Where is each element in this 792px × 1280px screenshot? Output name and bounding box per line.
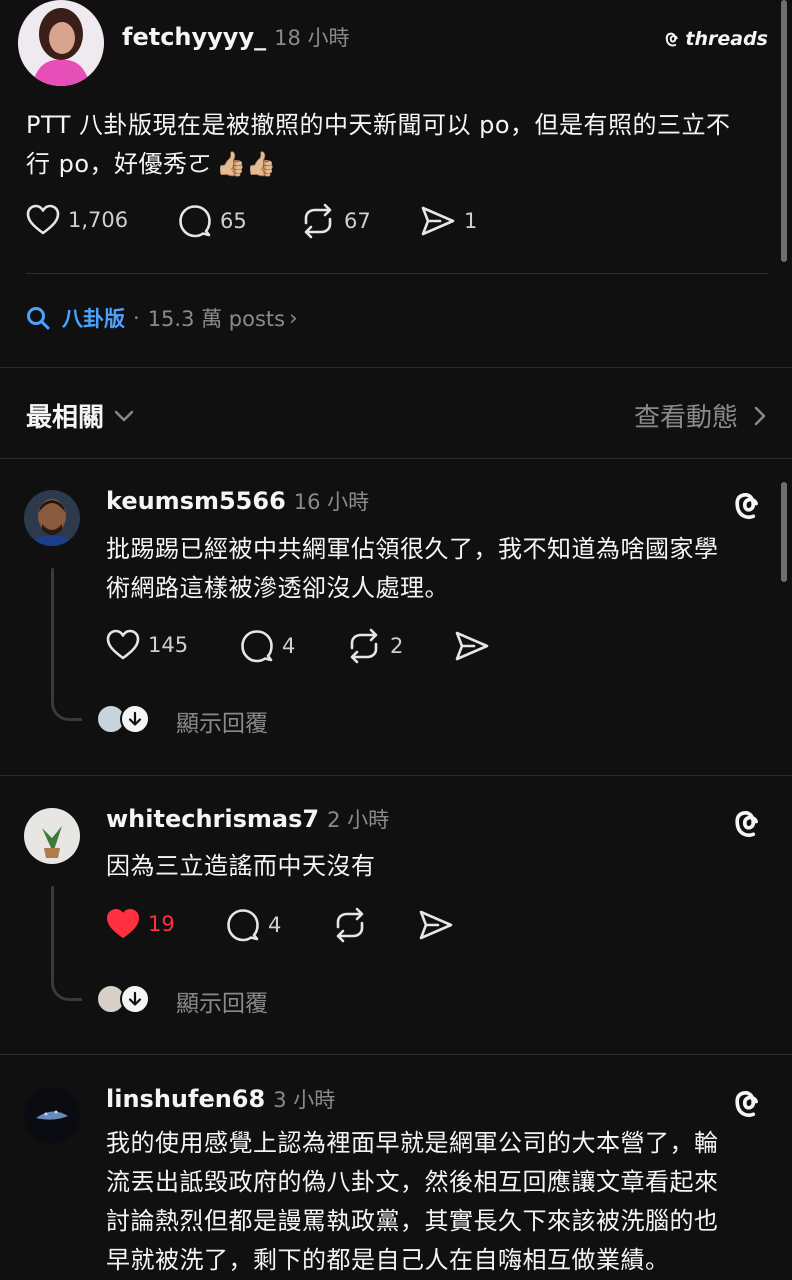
reply-avatar[interactable] xyxy=(24,490,80,546)
threads-icon[interactable] xyxy=(732,1086,766,1120)
reply-time: 16 小時 xyxy=(293,490,370,514)
threads-brand[interactable]: threads xyxy=(664,28,768,50)
comment-count: 65 xyxy=(220,209,247,233)
threads-logo-icon xyxy=(666,32,679,47)
reply-text-line3: 討論熱烈但都是謾罵執政黨，其實長久下來該被洗腦的也 xyxy=(106,1207,719,1235)
search-icon xyxy=(27,307,50,330)
heart-icon xyxy=(26,204,60,235)
comment-count: 4 xyxy=(282,634,296,658)
reply-time: 3 小時 xyxy=(273,1088,336,1112)
repost-count: 2 xyxy=(390,634,404,658)
show-replies-link[interactable]: 顯示回覆 xyxy=(176,984,268,1018)
reply-text-line2: 流丟出詆毀政府的偽八卦文，然後相互回應讓文章看起來 xyxy=(106,1168,719,1196)
reply-avatar[interactable] xyxy=(24,1088,80,1144)
repost-icon xyxy=(336,907,364,943)
reply-body: 我的使用感覺上認為裡面早就是網軍公司的大本營了，輪 流丟出詆毀政府的偽八卦文，然… xyxy=(106,1124,776,1280)
like-count: 145 xyxy=(148,633,189,657)
repost-icon xyxy=(304,203,332,239)
reply-header: linshufen68 3 小時 xyxy=(106,1084,335,1114)
divider xyxy=(0,775,792,776)
heart-icon xyxy=(106,629,140,660)
threads-icon[interactable] xyxy=(732,488,766,522)
like-button[interactable]: 19 xyxy=(106,908,175,940)
author-avatar[interactable] xyxy=(18,0,104,86)
view-activity-link[interactable]: 查看動態 xyxy=(634,397,766,434)
reply-text-line1: 因為三立造謠而中天沒有 xyxy=(106,852,376,880)
comment-button[interactable]: 4 xyxy=(240,629,295,663)
post-text-line2: 行 po，好優秀ㄛ xyxy=(26,150,213,178)
comment-button[interactable]: 65 xyxy=(178,204,247,238)
send-icon xyxy=(419,910,453,940)
scrollbar-thumb[interactable] xyxy=(781,482,787,582)
expand-replies-icon[interactable] xyxy=(120,984,150,1014)
comment-icon xyxy=(241,630,273,663)
repost-button[interactable] xyxy=(332,907,368,943)
chevron-right-icon: › xyxy=(289,306,298,330)
thumbs-up-emoji: 👍🏼👍🏼 xyxy=(216,150,277,178)
like-button[interactable]: 1,706 xyxy=(26,204,128,236)
reply-text-line2: 術網路這樣被滲透卻沒人處理。 xyxy=(106,574,449,602)
divider xyxy=(0,458,792,459)
brand-label: threads xyxy=(685,28,768,50)
post-time: 18 小時 xyxy=(274,26,350,50)
repost-icon xyxy=(350,628,378,664)
repost-button[interactable]: 2 xyxy=(346,628,403,664)
share-button[interactable] xyxy=(454,630,490,662)
sort-label: 最相關 xyxy=(26,403,105,433)
threads-icon[interactable] xyxy=(732,806,766,840)
topic-separator: · xyxy=(133,306,140,330)
comment-button[interactable]: 4 xyxy=(226,908,281,942)
expand-replies-icon[interactable] xyxy=(120,704,150,734)
repost-count: 67 xyxy=(344,209,371,233)
topic-post-count: 15.3 萬 posts xyxy=(147,307,286,331)
reply-username[interactable]: linshufen68 xyxy=(106,1085,265,1113)
share-button[interactable] xyxy=(418,909,454,941)
post-header: fetchyyyy_ 18 小時 xyxy=(122,22,350,52)
divider xyxy=(0,1054,792,1055)
reply-avatar[interactable] xyxy=(24,808,80,864)
reply-text-line1: 批踢踢已經被中共網軍佔領很久了，我不知道為啥國家學 xyxy=(106,535,719,563)
reply-body: 批踢踢已經被中共網軍佔領很久了，我不知道為啥國家學 術網路這樣被滲透卻沒人處理。 xyxy=(106,530,776,608)
like-count: 19 xyxy=(148,912,175,936)
comment-count: 4 xyxy=(268,913,282,937)
thread-line xyxy=(51,886,54,978)
reply-header: keumsm5566 16 小時 xyxy=(106,486,369,516)
send-icon xyxy=(421,206,455,236)
reply-username[interactable]: keumsm5566 xyxy=(106,487,286,515)
chevron-down-icon xyxy=(114,410,134,421)
heart-filled-icon xyxy=(107,909,139,938)
divider xyxy=(0,367,792,368)
topic-tag[interactable]: 八卦版 xyxy=(62,303,125,333)
like-count: 1,706 xyxy=(68,208,129,232)
post-text-line1: PTT 八卦版現在是被撤照的中天新聞可以 po，但是有照的三立不 xyxy=(26,111,731,139)
reply-text-line1: 我的使用感覺上認為裡面早就是網軍公司的大本營了，輪 xyxy=(106,1129,719,1157)
reply-text-line4: 早就被洗了，剩下的都是自己人在自嗨相互做業績。 xyxy=(106,1246,670,1274)
share-count: 1 xyxy=(464,209,478,233)
repost-button[interactable]: 67 xyxy=(300,203,371,239)
post-body: PTT 八卦版現在是被撤照的中天新聞可以 po，但是有照的三立不 行 po，好優… xyxy=(26,106,776,184)
comment-icon xyxy=(227,909,259,942)
post-username[interactable]: fetchyyyy_ xyxy=(122,23,266,51)
comment-icon xyxy=(179,205,211,238)
divider xyxy=(26,273,768,274)
reply-header: whitechrismas7 2 小時 xyxy=(106,804,389,834)
show-replies-link[interactable]: 顯示回覆 xyxy=(176,704,268,738)
thread-connector xyxy=(51,698,82,721)
reply-time: 2 小時 xyxy=(327,808,390,832)
reply-username[interactable]: whitechrismas7 xyxy=(106,805,319,833)
share-button[interactable]: 1 xyxy=(420,205,477,237)
chevron-right-icon xyxy=(754,406,766,425)
sort-dropdown[interactable]: 最相關 xyxy=(26,397,134,434)
topic-tag-row[interactable]: 八卦版 · 15.3 萬 posts › xyxy=(26,303,298,333)
view-activity-label: 查看動態 xyxy=(633,403,738,433)
like-button[interactable]: 145 xyxy=(106,629,188,661)
scrollbar-thumb[interactable] xyxy=(781,0,787,262)
send-icon xyxy=(455,631,489,661)
thread-line xyxy=(51,568,54,698)
thread-connector xyxy=(51,978,82,1001)
